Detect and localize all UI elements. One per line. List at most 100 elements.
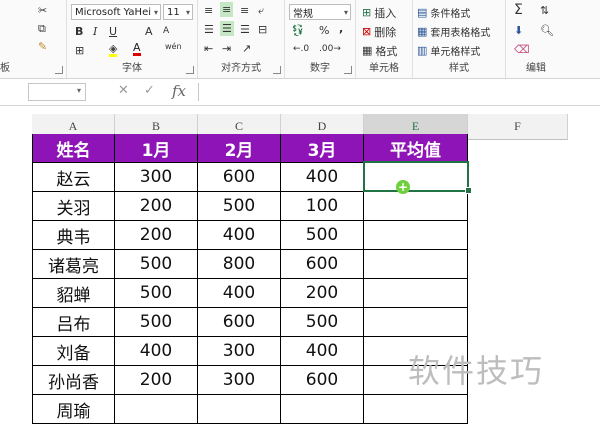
value-cell[interactable] <box>198 395 281 424</box>
find-select-icon[interactable]: 🔍︎ <box>540 24 554 37</box>
copy-icon[interactable]: ⧉ <box>38 22 46 36</box>
value-cell[interactable]: 500 <box>198 192 281 221</box>
borders-icon[interactable]: ⊞ <box>75 44 84 57</box>
bold-button[interactable]: B <box>75 25 83 38</box>
average-cell[interactable] <box>364 221 468 250</box>
average-cell[interactable] <box>364 250 468 279</box>
merge-center-icon[interactable]: ⊟ <box>258 23 267 36</box>
confirm-icon[interactable]: ✓ <box>144 83 155 98</box>
average-cell[interactable] <box>364 279 468 308</box>
average-cell[interactable] <box>364 395 468 424</box>
value-cell[interactable] <box>115 395 198 424</box>
align-left-icon[interactable]: ☰ <box>204 23 214 36</box>
decrease-decimal-icon[interactable]: .00→ <box>319 44 341 54</box>
format-painter-icon[interactable]: ✎ <box>38 40 47 53</box>
selected-cell-e2[interactable] <box>363 161 469 192</box>
font-launcher-icon[interactable] <box>186 66 194 74</box>
value-cell[interactable]: 200 <box>281 279 364 308</box>
value-cell[interactable]: 400 <box>198 279 281 308</box>
alignment-launcher-icon[interactable] <box>273 66 281 74</box>
conditional-format-button[interactable]: ▤ 条件格式 <box>417 5 470 20</box>
delete-button[interactable]: ⊠ 删除 <box>362 24 396 40</box>
name-cell[interactable]: 诸葛亮 <box>32 250 115 279</box>
value-cell[interactable]: 400 <box>281 337 364 366</box>
name-cell[interactable]: 赵云 <box>32 163 115 192</box>
insert-button[interactable]: ⊞ 插入 <box>362 5 396 21</box>
value-cell[interactable]: 500 <box>281 308 364 337</box>
autosum-button[interactable]: Σ <box>514 2 523 18</box>
header-cell[interactable]: 姓名 <box>32 134 115 163</box>
decrease-indent-icon[interactable]: ⇤ <box>204 42 213 55</box>
comma-button[interactable]: , <box>339 22 343 35</box>
font-color-button[interactable]: A <box>133 42 141 56</box>
value-cell[interactable]: 600 <box>198 163 281 192</box>
cancel-icon[interactable]: ✕ <box>118 83 129 98</box>
value-cell[interactable]: 300 <box>115 163 198 192</box>
name-cell[interactable]: 典韦 <box>32 221 115 250</box>
orientation-icon[interactable]: ↗ <box>242 42 251 55</box>
header-cell[interactable]: 1月 <box>115 134 198 163</box>
align-center-icon[interactable]: ☰ <box>220 21 234 36</box>
value-cell[interactable]: 200 <box>115 192 198 221</box>
increase-decimal-icon[interactable]: ←.0 <box>293 44 309 54</box>
value-cell[interactable]: 600 <box>281 250 364 279</box>
value-cell[interactable]: 300 <box>198 366 281 395</box>
name-box[interactable]: ▾ <box>28 83 86 101</box>
number-launcher-icon[interactable] <box>344 66 352 74</box>
value-cell[interactable]: 500 <box>115 250 198 279</box>
header-cell[interactable]: 3月 <box>281 134 364 163</box>
name-cell[interactable]: 吕布 <box>32 308 115 337</box>
format-button[interactable]: ▦ 格式 <box>362 43 397 59</box>
header-cell[interactable]: 2月 <box>198 134 281 163</box>
name-cell[interactable]: 刘备 <box>32 337 115 366</box>
cell-styles-button[interactable]: ▥ 单元格样式 <box>417 43 480 58</box>
value-cell[interactable]: 500 <box>115 308 198 337</box>
currency-icon[interactable]: 💱︎ <box>291 24 305 37</box>
value-cell[interactable]: 800 <box>198 250 281 279</box>
underline-button[interactable]: U <box>109 25 117 38</box>
value-cell[interactable]: 200 <box>115 366 198 395</box>
shrink-font-button[interactable]: A <box>163 26 169 36</box>
align-bottom-icon[interactable]: ≡ <box>240 4 249 17</box>
value-cell[interactable]: 100 <box>281 192 364 221</box>
fill-icon[interactable]: ⬇ <box>514 24 523 37</box>
clear-icon[interactable]: ⌫ <box>514 43 530 56</box>
value-cell[interactable]: 600 <box>198 308 281 337</box>
value-cell[interactable]: 400 <box>115 337 198 366</box>
name-cell[interactable]: 关羽 <box>32 192 115 221</box>
font-size-select[interactable]: 11 ▾ <box>163 4 193 20</box>
align-middle-icon[interactable]: ≡ <box>220 2 234 17</box>
align-right-icon[interactable]: ☰ <box>240 23 250 36</box>
format-as-table-button[interactable]: ▦ 套用表格格式 <box>417 24 490 39</box>
name-cell[interactable]: 周瑜 <box>32 395 115 424</box>
sort-filter-icon[interactable]: ⇅ <box>540 4 549 17</box>
average-cell[interactable] <box>364 308 468 337</box>
average-cell[interactable] <box>364 192 468 221</box>
formula-input[interactable] <box>198 83 600 101</box>
clipboard-launcher-icon[interactable] <box>55 66 63 74</box>
italic-button[interactable]: I <box>93 25 97 38</box>
value-cell[interactable]: 300 <box>198 337 281 366</box>
align-top-icon[interactable]: ≡ <box>204 4 213 17</box>
value-cell[interactable]: 400 <box>198 221 281 250</box>
phonetic-button[interactable]: wén <box>165 42 182 51</box>
fill-handle[interactable] <box>465 187 472 194</box>
grow-font-button[interactable]: A <box>145 25 153 38</box>
insert-function-button[interactable]: fx <box>172 82 186 100</box>
percent-button[interactable]: % <box>319 24 329 37</box>
value-cell[interactable]: 200 <box>115 221 198 250</box>
font-name-select[interactable]: Microsoft YaHei ▾ <box>71 4 161 20</box>
cut-icon[interactable]: ✂ <box>38 4 47 17</box>
value-cell[interactable]: 600 <box>281 366 364 395</box>
value-cell[interactable]: 500 <box>115 279 198 308</box>
name-cell[interactable]: 貂蝉 <box>32 279 115 308</box>
increase-indent-icon[interactable]: ⇥ <box>222 42 231 55</box>
value-cell[interactable]: 500 <box>281 221 364 250</box>
wrap-text-icon[interactable]: ⤶ <box>258 4 264 18</box>
value-cell[interactable] <box>281 395 364 424</box>
header-cell[interactable]: 平均值 <box>364 134 468 163</box>
number-format-select[interactable]: 常规 ▾ <box>289 4 351 20</box>
fill-color-icon[interactable]: ◈ <box>109 43 118 57</box>
column-header-f[interactable]: F <box>468 114 568 140</box>
value-cell[interactable]: 400 <box>281 163 364 192</box>
